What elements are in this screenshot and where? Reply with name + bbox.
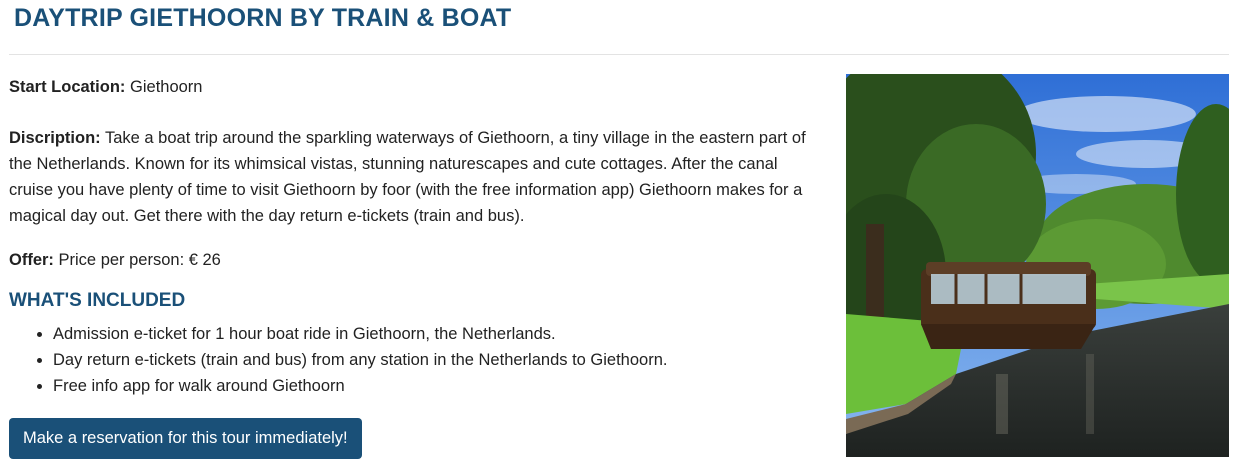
list-item: Day return e-tickets (train and bus) fro…: [53, 347, 667, 373]
included-heading: WHAT'S INCLUDED: [9, 290, 186, 311]
description-text: Take a boat trip around the sparkling wa…: [9, 129, 806, 225]
list-item: Admission e-ticket for 1 hour boat ride …: [53, 321, 667, 347]
offer-text: Price per person: € 26: [58, 251, 221, 269]
reservation-button[interactable]: Make a reservation for this tour immedia…: [9, 418, 362, 459]
tour-photo: [846, 74, 1229, 457]
start-location-value: Giethoorn: [130, 78, 203, 96]
title-divider: [9, 54, 1229, 55]
offer-label: Offer:: [9, 251, 54, 269]
page-title: DAYTRIP GIETHOORN BY TRAIN & BOAT: [14, 4, 512, 32]
description: Discription: Take a boat trip around the…: [9, 125, 819, 229]
start-location: Start Location: Giethoorn: [9, 74, 202, 100]
list-item: Free info app for walk around Giethoorn: [53, 373, 667, 399]
canal-boat-photo-icon: [846, 74, 1229, 457]
offer: Offer: Price per person: € 26: [9, 247, 221, 273]
included-list: Admission e-ticket for 1 hour boat ride …: [9, 321, 667, 399]
start-location-label: Start Location:: [9, 78, 126, 96]
description-label: Discription:: [9, 129, 101, 147]
